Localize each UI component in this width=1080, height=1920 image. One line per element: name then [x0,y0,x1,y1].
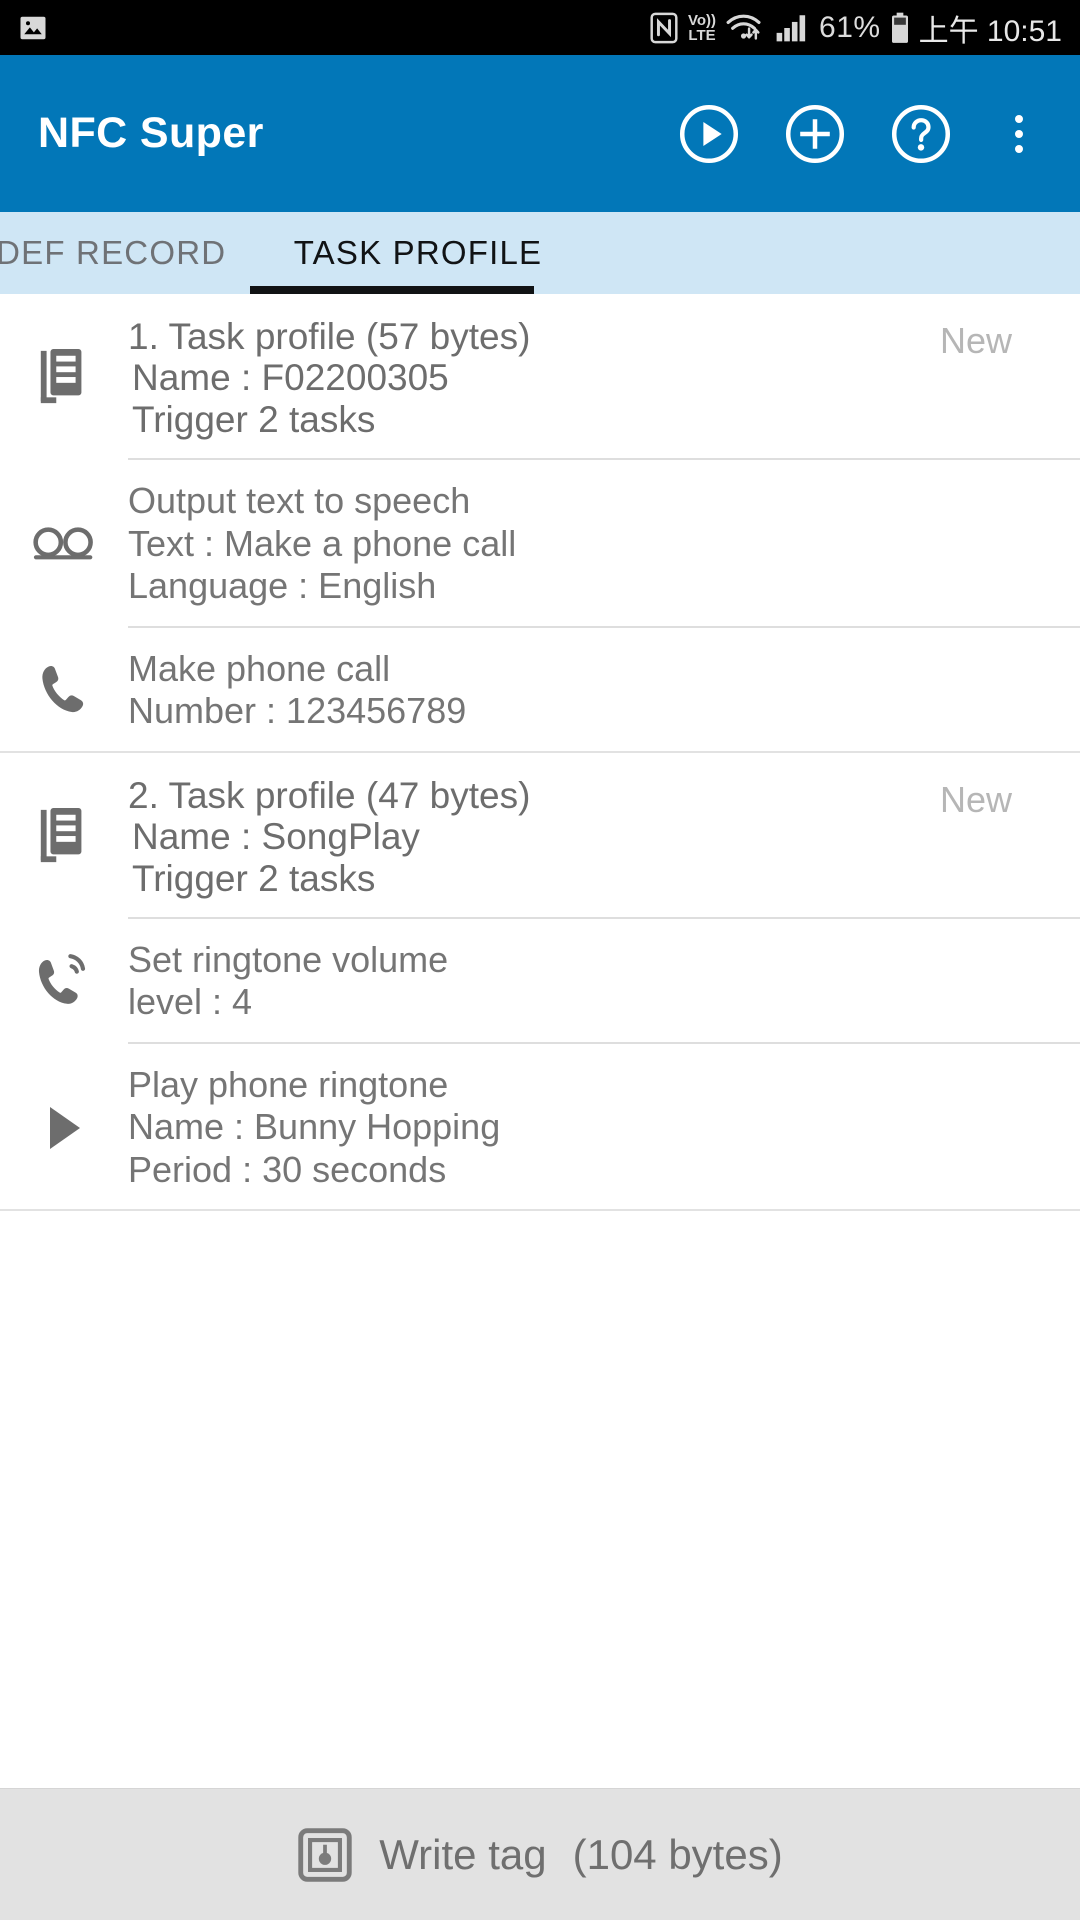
task-line: Period : 30 seconds [128,1148,447,1190]
task-item[interactable]: Output text to speech Text : Make a phon… [33,458,1080,625]
volte-top-label: Vo)) [687,11,717,29]
profile-header-body: 2. Task profile (47 bytes) Name : SongPl… [128,775,1080,899]
task-item[interactable]: Set ringtone volume level : 4 [38,916,1080,1042]
phone-call-icon [0,662,128,718]
image-icon [18,13,48,43]
task-line: Output text to speech [128,480,471,522]
clock-label: 上午 10:51 [918,14,1062,48]
profile-header-text: 1. Task profile (57 bytes) Name : F02200… [128,316,940,440]
profile-header-body: 1. Task profile (57 bytes) Name : F02200… [128,316,1080,440]
tab-task-profile[interactable]: TASK PROFILE [250,212,586,294]
volte-icon: Vo)) LTE [688,13,716,43]
task-profile-icon [0,347,128,409]
app-bar: NFC Super [0,55,1080,212]
ringtone-volume-icon [0,952,128,1010]
task-line: Name : Bunny Hopping [128,1106,501,1148]
profile-title: 2. Task profile (47 bytes) [128,774,531,816]
app-screen: Vo)) LTE 61% 上午 10:51 NFC Super IDEF REC… [0,0,1080,1920]
app-bar-actions [678,103,1042,165]
help-circle-icon[interactable] [890,103,952,165]
profile-name-line: Name : F02200305 [132,357,449,399]
app-title: NFC Super [38,109,264,157]
volte-bottom-label: LTE [688,26,716,44]
status-badge: New [939,778,1012,820]
play-ringtone-icon [0,1102,128,1154]
task-line: Number : 123456789 [128,690,467,732]
status-badge: New [939,320,1012,361]
signal-icon [776,13,810,43]
task-item[interactable]: Play phone ringtone Name : Bunny Hopping… [50,1041,1080,1209]
task-line: Language : English [128,565,437,607]
tab-task-profile-label: TASK PROFILE [293,234,543,271]
task-line: Play phone ringtone [128,1063,449,1105]
write-tag-label: Write tag [379,1830,547,1878]
status-bar-right: Vo)) LTE 61% 上午 10:51 [649,6,1062,50]
profile-trigger-line: Trigger 2 tasks [132,857,376,899]
nfc-tag-icon [297,1827,353,1883]
profile-title: 1. Task profile (57 bytes) [128,316,531,357]
battery-icon [890,12,910,44]
task-item-body: Output text to speech Text : Make a phon… [128,480,1080,607]
overflow-menu-icon[interactable] [996,114,1042,153]
task-item-body: Make phone call Number : 123456789 [128,648,1080,733]
task-profile-item[interactable]: 1. Task profile (57 bytes) Name : F02200… [0,294,1080,753]
task-profile-icon [0,806,128,868]
write-tag-bytes: (104 bytes) [572,1830,783,1878]
task-item-body: Set ringtone volume level : 4 [128,939,1080,1024]
task-item-body: Play phone ringtone Name : Bunny Hopping… [128,1064,1080,1191]
profile-header[interactable]: 2. Task profile (47 bytes) Name : SongPl… [0,753,1080,917]
profile-header[interactable]: 1. Task profile (57 bytes) Name : F02200… [0,294,1080,458]
write-tag-button[interactable]: Write tag (104 bytes) [0,1788,1080,1920]
task-line: Set ringtone volume [128,938,449,980]
task-line: Text : Make a phone call [128,522,517,564]
tab-ndef-record[interactable]: IDEF RECORD [0,212,256,294]
task-profile-list[interactable]: 1. Task profile (57 bytes) Name : F02200… [0,294,1080,1788]
task-line: level : 4 [128,981,253,1023]
profile-name-line: Name : SongPlay [132,816,420,858]
play-circle-icon[interactable] [678,103,740,165]
status-bar: Vo)) LTE 61% 上午 10:51 [0,0,1080,55]
wifi-icon [725,12,767,44]
text-to-speech-icon [0,522,128,566]
nfc-icon [649,12,679,44]
plus-circle-icon[interactable] [784,103,846,165]
tab-ndef-record-label: IDEF RECORD [0,234,227,271]
task-profile-item[interactable]: 2. Task profile (47 bytes) Name : SongPl… [0,753,1080,1212]
tab-bar: IDEF RECORD TASK PROFILE [0,212,1080,294]
profile-trigger-line: Trigger 2 tasks [132,398,376,440]
status-bar-left [18,13,48,43]
task-line: Make phone call [128,647,391,689]
profile-header-text: 2. Task profile (47 bytes) Name : SongPl… [128,775,940,899]
task-item[interactable]: Make phone call Number : 123456789 [42,625,1080,751]
battery-percent-label: 61% [819,10,881,44]
